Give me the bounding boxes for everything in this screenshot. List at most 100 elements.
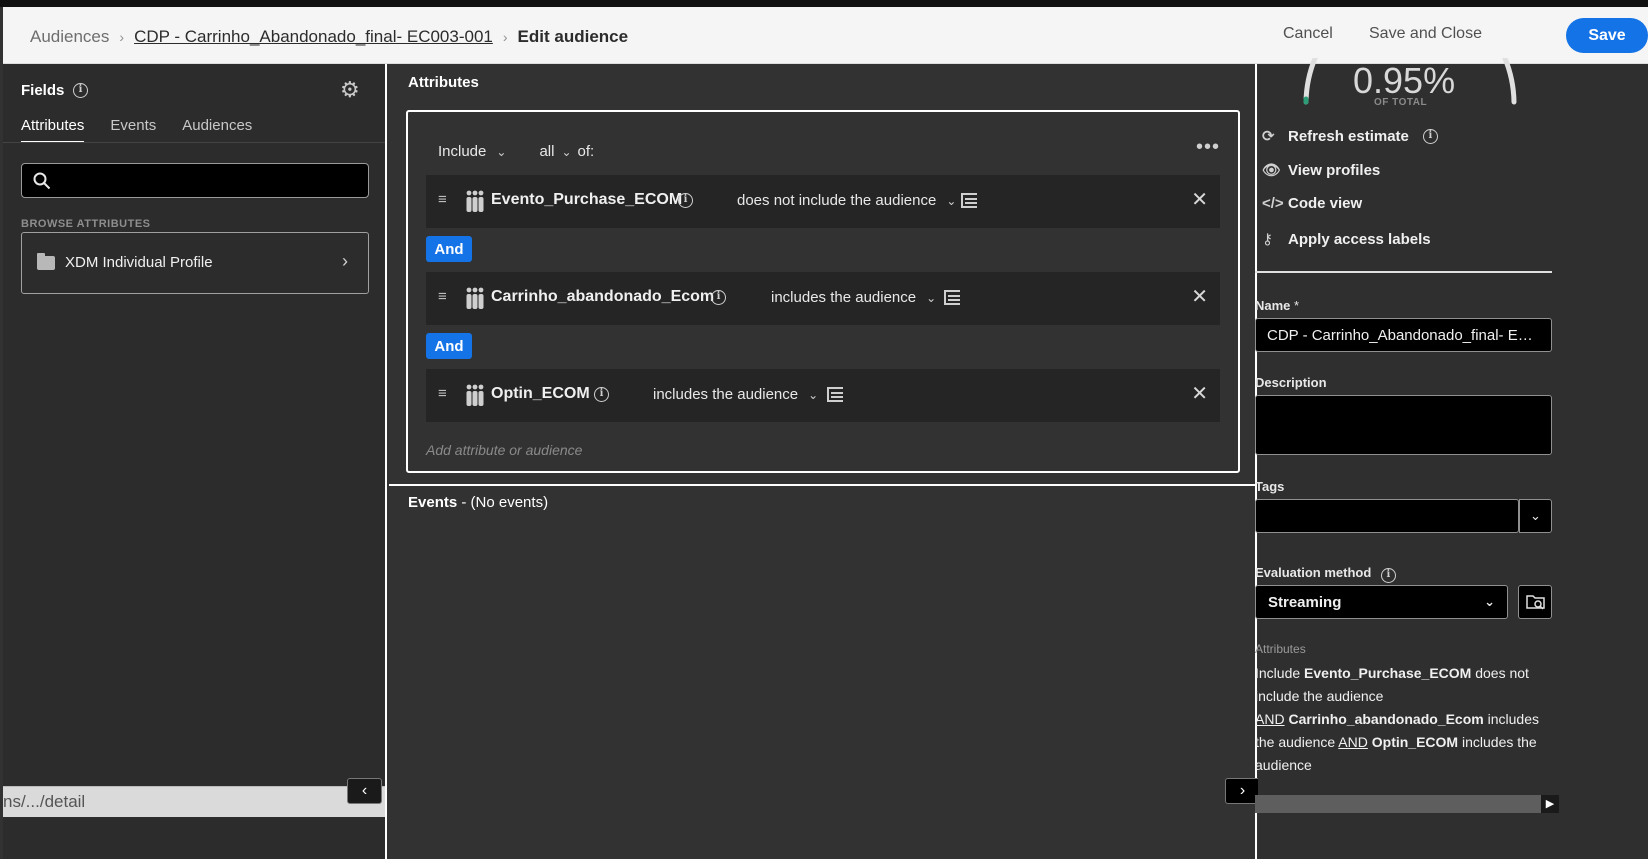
eye-icon: 👁 [1262, 162, 1282, 179]
of-total-label: OF TOTAL [1374, 97, 1428, 108]
condition-row: ≡ Evento_Purchase_ECOM i does not includ… [426, 175, 1220, 228]
refresh-estimate-button[interactable]: ⟳ Refresh estimate i [1262, 127, 1438, 145]
remove-condition-icon[interactable]: ✕ [1191, 284, 1208, 309]
condition-name: Carrinho_abandonado_Ecom [491, 288, 715, 305]
tab-attributes[interactable]: Attributes [21, 117, 85, 143]
window-top-strip [0, 0, 1648, 7]
refresh-icon: ⟳ [1262, 128, 1275, 145]
tab-events[interactable]: Events [110, 117, 156, 143]
and-operator-button[interactable]: And [426, 333, 472, 359]
breadcrumb: Audiences › CDP - Carrinho_Abandonado_fi… [30, 27, 628, 47]
drag-handle-icon[interactable]: ≡ [438, 191, 447, 208]
operator-dropdown[interactable]: includes the audience ⌄ [653, 386, 818, 403]
hierarchy-icon[interactable] [943, 288, 961, 306]
tags-field[interactable] [1255, 499, 1519, 533]
of-label: of: [577, 143, 595, 160]
fields-title: Fields [21, 82, 65, 99]
chevron-down-icon: ⌄ [496, 145, 507, 159]
add-attribute-dropzone[interactable]: Add attribute or audience [426, 442, 582, 458]
description-field[interactable] [1255, 395, 1552, 455]
properties-panel: 0.95% OF TOTAL ⟳ Refresh estimate i 👁 Vi… [1255, 58, 1648, 859]
chevron-right-icon: › [119, 29, 125, 45]
chevron-right-icon: › [342, 251, 348, 271]
breadcrumb-audience-link[interactable]: CDP - Carrinho_Abandonado_final- EC003-0… [134, 27, 493, 47]
apply-access-labels-button[interactable]: ⚷ Apply access labels [1262, 230, 1431, 249]
fields-tabs: Attributes Events Audiences [21, 117, 252, 143]
info-icon[interactable]: i [1422, 128, 1438, 144]
info-icon[interactable]: i [1380, 568, 1396, 583]
evaluation-eligibility-button[interactable] [1518, 585, 1552, 619]
info-icon[interactable]: i [711, 290, 726, 305]
chevron-right-icon: › [502, 29, 508, 45]
remove-condition-icon[interactable]: ✕ [1191, 187, 1208, 212]
app-header: Audiences › CDP - Carrinho_Abandonado_fi… [3, 7, 1648, 64]
key-icon: ⚷ [1262, 231, 1273, 248]
hierarchy-icon[interactable] [826, 385, 844, 403]
tab-audiences[interactable]: Audiences [182, 117, 252, 143]
remove-condition-icon[interactable]: ✕ [1191, 381, 1208, 406]
chevron-down-icon: ⌄ [946, 194, 957, 208]
audience-summary: Include Evento_Purchase_ECOM does not in… [1255, 665, 1539, 773]
include-row: Include ⌄ all ⌄ of: [438, 143, 594, 160]
search-icon [33, 172, 51, 190]
info-icon[interactable]: i [678, 193, 693, 208]
condition-row: ≡ Optin_ECOM i includes the audience ⌄ ✕ [426, 369, 1220, 422]
events-section-title[interactable]: Events - (No events) [408, 494, 548, 511]
drag-handle-icon[interactable]: ≡ [438, 288, 447, 305]
name-field[interactable]: CDP - Carrinho_Abandonado_final- EC003-0… [1255, 318, 1552, 352]
condition-name: Optin_ECOM [491, 385, 590, 402]
status-url: ns/.../detail [3, 786, 385, 817]
horizontal-scrollbar[interactable] [1255, 795, 1551, 813]
chevron-down-icon: ⌄ [1530, 508, 1541, 523]
info-icon[interactable]: i [73, 83, 88, 98]
cancel-button[interactable]: Cancel [1283, 25, 1333, 43]
section-divider [1255, 271, 1552, 273]
view-profiles-button[interactable]: 👁 View profiles [1262, 161, 1380, 180]
evaluation-method-label: Evaluation method i [1255, 565, 1396, 583]
more-options-icon[interactable]: ••• [1196, 136, 1220, 159]
tags-label: Tags [1255, 479, 1285, 494]
tags-dropdown-button[interactable]: ⌄ [1519, 499, 1552, 533]
gear-icon[interactable]: ⚙ [340, 77, 360, 103]
code-icon: </> [1262, 195, 1284, 212]
fields-panel: Fields i ⚙ Attributes Events Audiences B… [3, 64, 387, 859]
search-input[interactable] [21, 163, 369, 198]
chevron-down-icon: ⌄ [808, 388, 819, 402]
operator-dropdown[interactable]: does not include the audience ⌄ [737, 192, 956, 209]
save-and-close-button[interactable]: Save and Close [1369, 25, 1482, 43]
chevron-down-icon: ⌄ [561, 145, 572, 159]
info-icon[interactable]: i [594, 387, 609, 402]
operator-dropdown[interactable]: includes the audience ⌄ [771, 289, 936, 306]
audience-icon [466, 384, 484, 406]
chevron-down-icon: ⌄ [1484, 594, 1495, 609]
tabs-divider [3, 142, 385, 143]
collapse-left-button[interactable]: ‹ [347, 778, 382, 804]
xdm-label: XDM Individual Profile [65, 254, 213, 271]
save-button[interactable]: Save [1566, 18, 1648, 53]
xdm-individual-profile-item[interactable]: XDM Individual Profile › [21, 232, 369, 294]
chevron-down-icon: ⌄ [926, 291, 937, 305]
name-label: Name * [1255, 298, 1300, 313]
hierarchy-icon[interactable] [960, 191, 978, 209]
browse-attributes-label: BROWSE ATTRIBUTES [21, 218, 151, 230]
folder-search-icon [1526, 595, 1545, 610]
description-label: Description [1255, 375, 1327, 390]
audience-builder: Attributes ⌄ Include⌄ all⌄ of: ••• ≡ Eve… [389, 64, 1268, 859]
condition-row: ≡ Carrinho_abandonado_Ecom i includes th… [426, 272, 1220, 325]
evaluation-method-select[interactable]: Streaming ⌄ [1255, 585, 1508, 619]
drag-handle-icon[interactable]: ≡ [438, 385, 447, 402]
and-operator-button[interactable]: And [426, 236, 472, 262]
attributes-container: Include ⌄ all ⌄ of: ••• ≡ Evento_Purchase_… [406, 110, 1240, 473]
include-dropdown[interactable]: Include ⌄ [438, 143, 506, 160]
attributes-section-title: Attributes [408, 74, 479, 91]
code-view-button[interactable]: </> Code view [1262, 195, 1362, 212]
folder-icon [37, 253, 55, 270]
breadcrumb-current: Edit audience [517, 27, 629, 46]
section-divider [389, 484, 1255, 486]
scroll-right-button[interactable]: ▶ [1541, 795, 1559, 813]
quantifier-dropdown[interactable]: all ⌄ [539, 143, 571, 160]
estimate-percent: 0.95% [1353, 60, 1456, 101]
condition-name: Evento_Purchase_ECOM [491, 191, 683, 208]
audience-icon [466, 287, 484, 309]
breadcrumb-audiences[interactable]: Audiences [30, 27, 109, 47]
